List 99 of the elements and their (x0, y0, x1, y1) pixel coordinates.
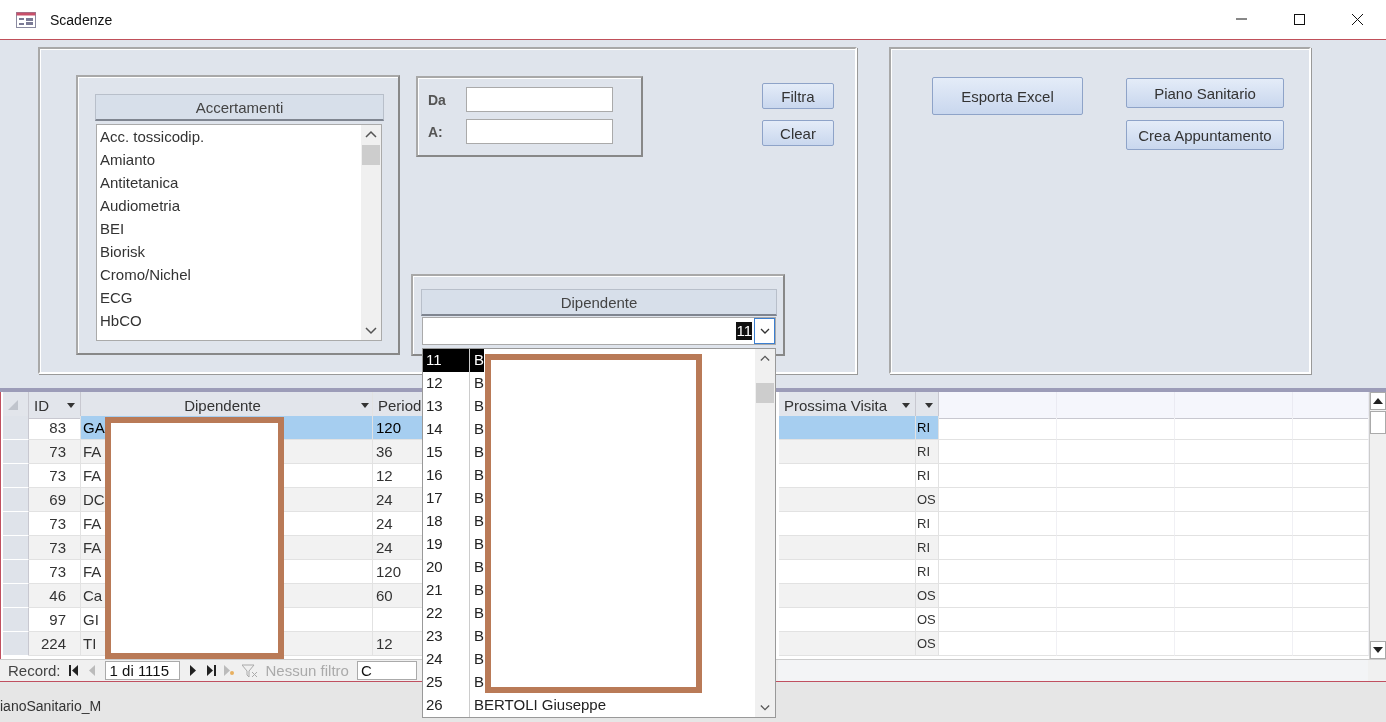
table-cell: 60 (373, 584, 423, 608)
table-cell: 12 (373, 632, 423, 656)
field-label: Da (428, 91, 447, 108)
dropdown-row[interactable]: 19 B (423, 533, 484, 556)
export-button[interactable]: Esporta Excel (932, 77, 1083, 115)
table-cell: 73 (29, 536, 81, 560)
row-selector[interactable] (3, 440, 29, 464)
row-selector[interactable] (3, 584, 29, 608)
filter-icon[interactable] (241, 663, 258, 678)
dropdown-row[interactable]: 17 B (423, 487, 484, 510)
list-item[interactable]: BEI (100, 219, 361, 242)
filter-button[interactable]: Filtra (762, 83, 834, 109)
list-item[interactable]: Acc. tossicodip. (100, 127, 361, 150)
dropdown-arrow-icon[interactable] (361, 402, 369, 408)
form-icon (16, 11, 36, 28)
table-cell: RI (916, 536, 939, 560)
row-selector[interactable] (3, 632, 29, 656)
dropdown-row[interactable]: 18 B (423, 510, 484, 533)
field-label: A: (428, 123, 444, 140)
row-selector[interactable] (3, 416, 29, 440)
scrollbar[interactable] (1369, 392, 1386, 659)
record-label: Record: (8, 662, 61, 679)
table-cell: RI (916, 440, 939, 464)
table-cell: 69 (29, 488, 81, 512)
row-selector[interactable] (3, 560, 29, 584)
new-record-icon[interactable] (223, 665, 234, 676)
table-cell: OS (916, 632, 939, 656)
combo-box[interactable]: 11 (422, 317, 776, 345)
row-selector[interactable] (3, 512, 29, 536)
table-cell: RI (916, 416, 939, 440)
table-cell: 24 (373, 488, 423, 512)
action-button[interactable]: Piano Sanitario (1126, 78, 1284, 108)
row-selector[interactable] (3, 464, 29, 488)
scrollbar[interactable] (361, 125, 381, 340)
row-selector[interactable] (3, 536, 29, 560)
chevron-down-icon (759, 328, 770, 334)
scrollbar[interactable] (755, 349, 775, 717)
dropdown-row[interactable]: 14 B (423, 418, 484, 441)
scroll-up-icon[interactable] (365, 130, 377, 138)
dropdown-row[interactable]: 13 B (423, 395, 484, 418)
table-cell: 46 (29, 584, 81, 608)
list-item[interactable]: Biorisk (100, 242, 361, 265)
action-button[interactable]: Crea Appuntamento (1126, 120, 1284, 150)
search-field[interactable]: C (356, 661, 417, 680)
dropdown-row[interactable]: 21 B (423, 579, 484, 602)
dropdown-row[interactable]: 24 B (423, 648, 484, 671)
date-field[interactable] (466, 87, 613, 112)
list-item[interactable]: Audiometria (100, 196, 361, 219)
scroll-thumb[interactable] (362, 145, 380, 165)
list-item[interactable]: HbCO (100, 311, 361, 334)
dropdown-arrow-icon[interactable] (67, 402, 75, 408)
dropdown-row[interactable]: 20 B (423, 556, 484, 579)
date-field[interactable] (466, 119, 613, 144)
dropdown-row[interactable]: 23 B (423, 625, 484, 648)
row-selector[interactable] (3, 488, 29, 512)
table-cell: 120 (373, 416, 423, 440)
scroll-down-icon[interactable] (365, 327, 377, 335)
dropdown-row[interactable]: 11 B (423, 349, 484, 372)
dropdown-row[interactable]: 22 B (423, 602, 484, 625)
scroll-up-icon[interactable] (1373, 398, 1383, 404)
dropdown-row[interactable]: 16 B (423, 464, 484, 487)
list-box[interactable]: Acc. tossicodip. Amianto Antitetanica Audiometria BEI Biorisk Cromo/Nichel ECG HbCO (96, 124, 382, 341)
list-item[interactable]: ECG (100, 288, 361, 311)
previous-record-icon[interactable] (86, 665, 97, 676)
row-selector[interactable] (3, 608, 29, 632)
table-cell: OS (916, 488, 939, 512)
close-icon (1351, 14, 1363, 25)
list-item[interactable]: Antitetanica (100, 173, 361, 196)
table-cell: 73 (29, 440, 81, 464)
clear-button[interactable]: Clear (762, 120, 834, 146)
selected-text: 11 (736, 322, 752, 340)
table-cell: 36 (373, 440, 423, 464)
first-record-icon[interactable] (68, 665, 79, 676)
last-record-icon[interactable] (205, 665, 216, 676)
record-position-field[interactable]: 1 di 1115 (104, 661, 180, 680)
object-name: ianoSanitario_M (0, 698, 102, 714)
window-title: Scadenze (50, 11, 113, 28)
scroll-thumb[interactable] (1370, 411, 1386, 434)
list-item[interactable]: Cromo/Nichel (100, 265, 361, 288)
table-cell: OS (916, 584, 939, 608)
next-record-icon[interactable] (187, 665, 198, 676)
scroll-thumb[interactable] (756, 383, 774, 403)
dropdown-row[interactable]: 12 B (423, 372, 484, 395)
list-item[interactable]: Amianto (100, 150, 361, 173)
list-header: Accertamenti (95, 94, 384, 121)
table-cell: 24 (373, 536, 423, 560)
combo-header: Dipendente (421, 289, 777, 316)
dropdown-arrow-icon[interactable] (925, 402, 933, 408)
dropdown-row[interactable]: 15 B (423, 441, 484, 464)
scroll-down-icon[interactable] (1373, 647, 1383, 653)
horizontal-scrollbar[interactable] (778, 660, 1368, 681)
column-header[interactable]: ID (29, 392, 81, 419)
dropdown-arrow-icon[interactable] (902, 402, 910, 408)
dropdown-button[interactable] (754, 318, 775, 344)
dropdown-row[interactable]: 25 B (423, 671, 484, 694)
dropdown-row[interactable]: 26 BERTOLI Giuseppe (423, 694, 607, 717)
maximize-icon (1293, 14, 1305, 25)
select-all-icon[interactable] (8, 400, 18, 410)
table-cell: 224 (29, 632, 81, 656)
